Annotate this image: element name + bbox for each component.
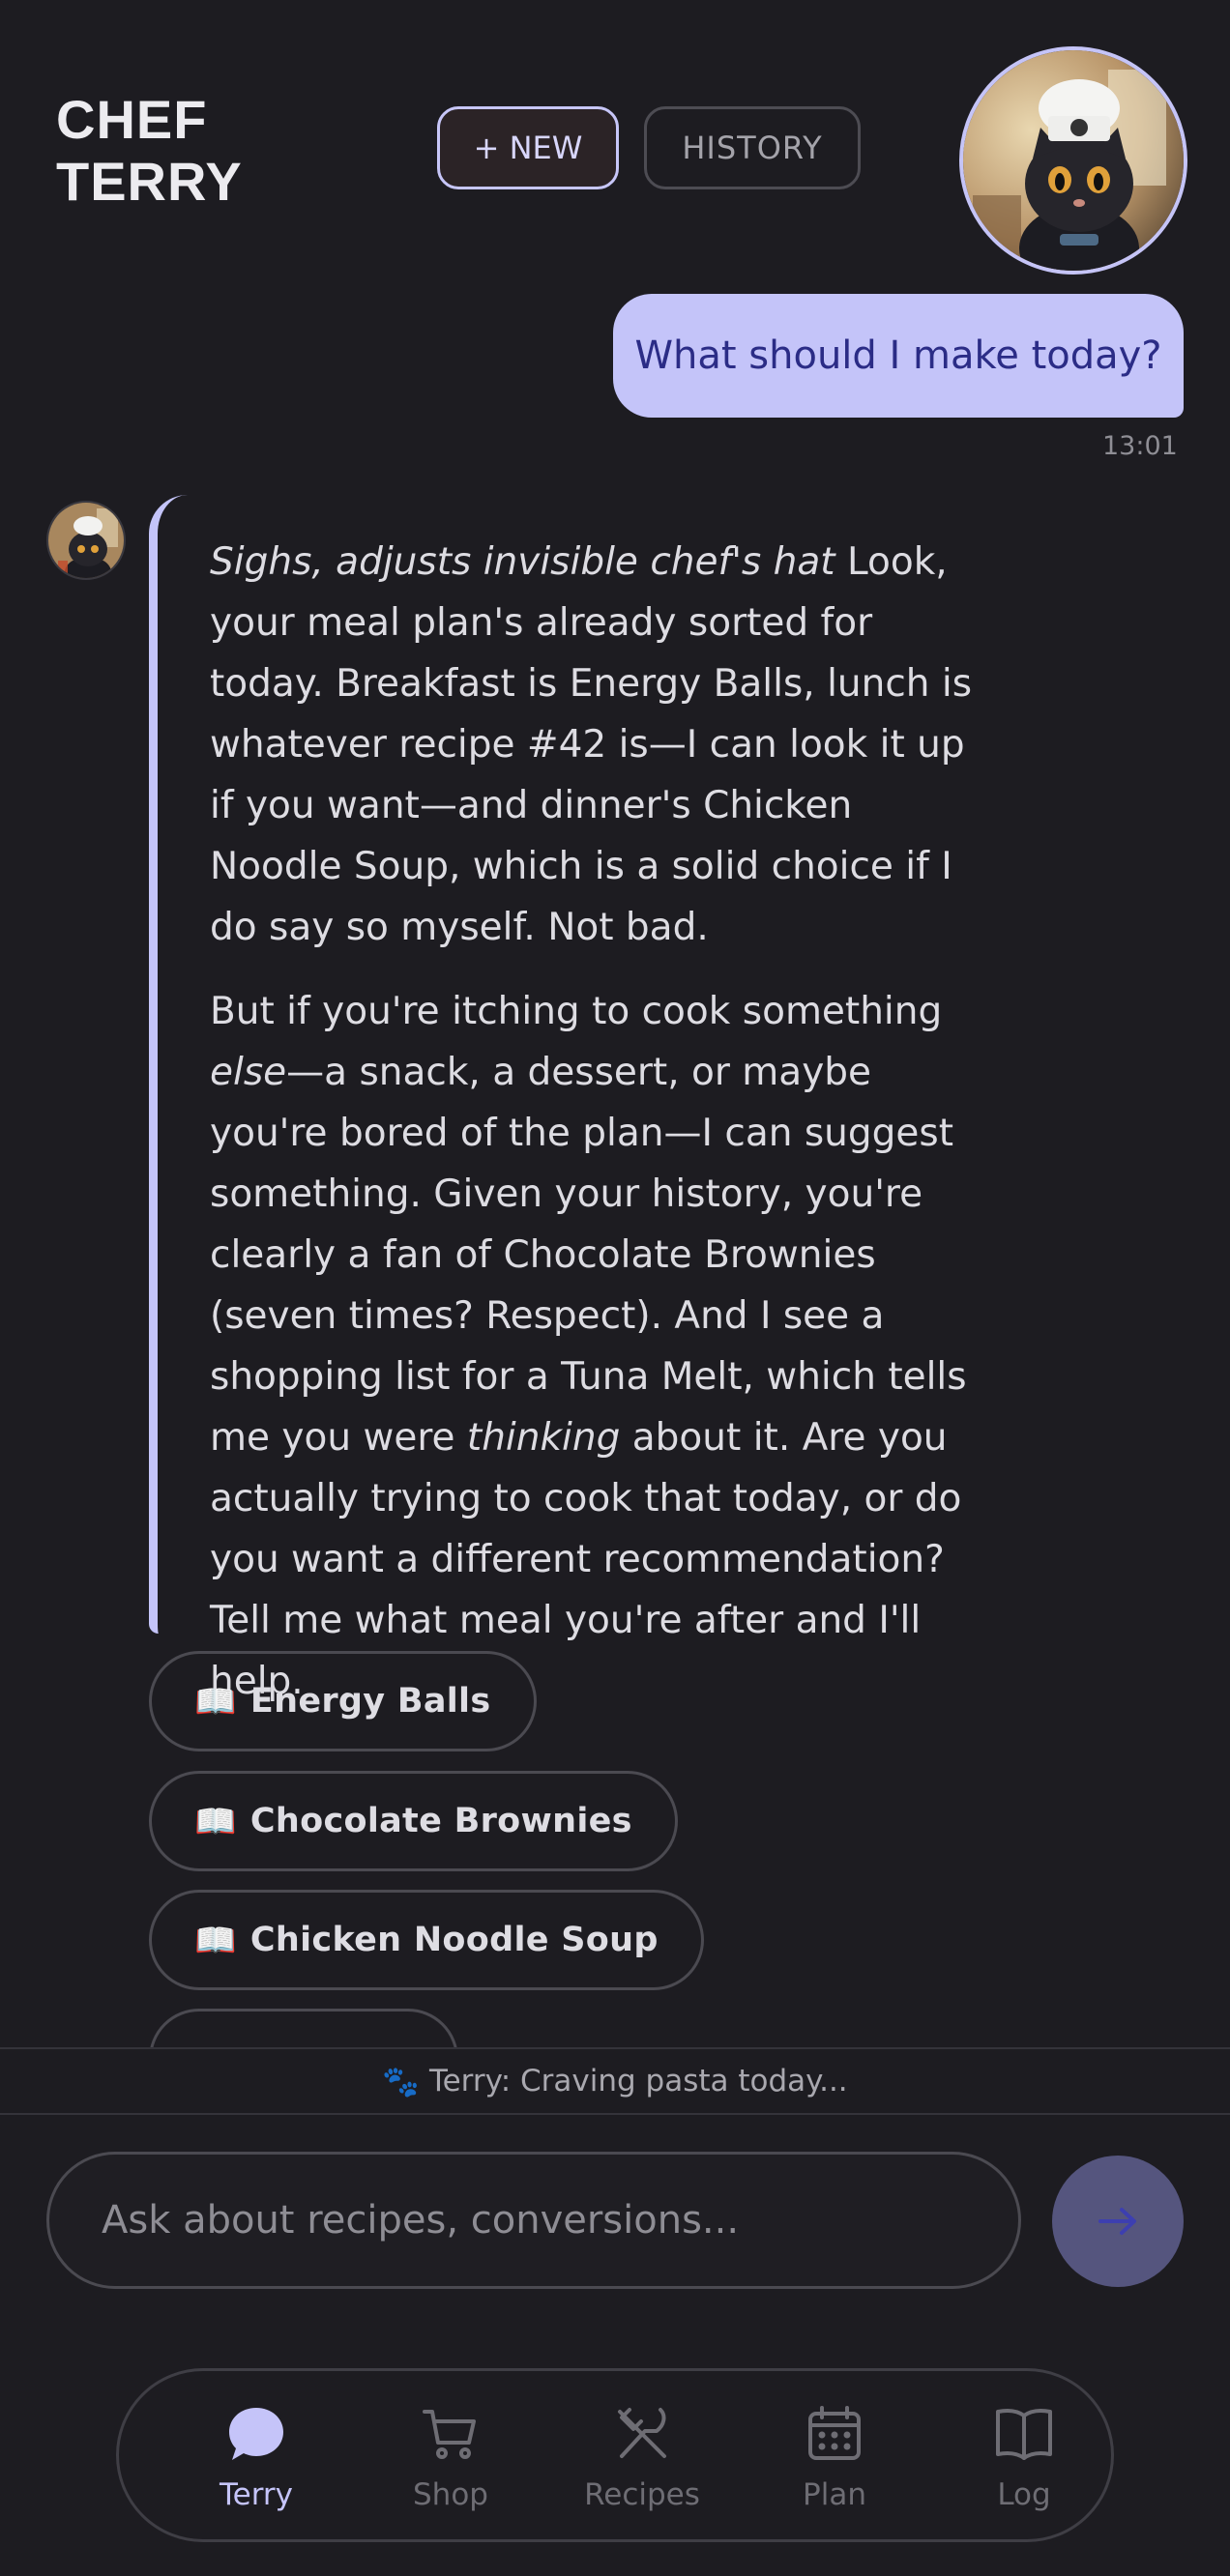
paw-icon: 🐾 — [382, 2064, 420, 2099]
user-message-bubble: What should I make today? — [613, 294, 1184, 418]
assistant-avatar — [46, 501, 126, 580]
nav-label: Plan — [803, 2477, 866, 2512]
nav-label: Log — [997, 2477, 1051, 2512]
nav-item-plan[interactable]: Plan — [747, 2400, 922, 2512]
book-icon: 📖 — [194, 1921, 237, 1960]
recipe-chip-label: Chicken Noodle Soup — [249, 1921, 659, 1959]
assistant-message: Sighs, adjusts invisible chef's hat Look… — [149, 495, 1000, 1703]
book-icon: 📖 — [194, 1802, 237, 1841]
nav-item-shop[interactable]: Shop — [364, 2400, 538, 2512]
chat-input[interactable] — [46, 2152, 1021, 2289]
status-strip: 🐾 Terry: Craving pasta today... — [0, 2047, 1230, 2115]
nav-item-terry[interactable]: Terry — [169, 2400, 343, 2512]
nav-label: Terry — [219, 2477, 294, 2512]
book-icon: 📖 — [194, 1682, 237, 1722]
assistant-emphasis: else — [210, 1051, 287, 1094]
bottom-nav: Terry Shop Recipes Plan Log — [116, 2368, 1114, 2542]
chat-bubble-icon — [229, 2408, 283, 2460]
calendar-icon — [808, 2406, 861, 2460]
user-message-text: What should I make today? — [634, 333, 1162, 378]
recipe-chip-label: Chocolate Brownies — [249, 1802, 632, 1840]
app-title-line2: TERRY — [56, 151, 243, 212]
chef-cat-image-small — [48, 503, 124, 578]
utensils-icon — [618, 2408, 666, 2458]
recipe-chip-chocolate-brownies[interactable]: 📖 Chocolate Brownies — [149, 1771, 678, 1871]
assistant-text: —a snack, a dessert, or maybe you're bor… — [210, 1051, 967, 1460]
book-icon — [996, 2409, 1052, 2460]
nav-label: Shop — [413, 2477, 488, 2512]
new-chat-button[interactable]: + NEW — [437, 106, 619, 189]
send-button[interactable] — [1052, 2156, 1184, 2287]
cart-icon — [423, 2410, 476, 2459]
history-button[interactable]: HISTORY — [644, 106, 861, 189]
app-title: CHEF TERRY — [56, 89, 243, 213]
app-title-line1: CHEF — [56, 89, 208, 150]
message-timestamp: 13:01 — [1102, 431, 1178, 461]
nav-label: Recipes — [584, 2477, 700, 2512]
assistant-emphasis: thinking — [466, 1416, 621, 1460]
assistant-paragraph-1: Sighs, adjusts invisible chef's hat Look… — [210, 532, 990, 958]
recipe-chip-chicken-noodle-soup[interactable]: 📖 Chicken Noodle Soup — [149, 1890, 704, 1990]
status-text: Terry: Craving pasta today... — [428, 2064, 848, 2098]
chef-avatar[interactable] — [959, 46, 1187, 275]
nav-item-log[interactable]: Log — [937, 2400, 1111, 2512]
assistant-text: Look, your meal plan's already sorted fo… — [210, 540, 973, 949]
assistant-paragraph-2: But if you're itching to cook something … — [210, 981, 990, 1712]
nav-item-recipes[interactable]: Recipes — [555, 2400, 729, 2512]
assistant-emote: Sighs, adjusts invisible chef's hat — [210, 540, 835, 584]
assistant-text: But if you're itching to cook something — [210, 990, 943, 1033]
arrow-right-icon — [1098, 2208, 1136, 2235]
chef-cat-image — [963, 50, 1184, 271]
recipe-chip-label: Energy Balls — [249, 1682, 491, 1721]
recipe-chip-energy-balls[interactable]: 📖 Energy Balls — [149, 1651, 537, 1751]
